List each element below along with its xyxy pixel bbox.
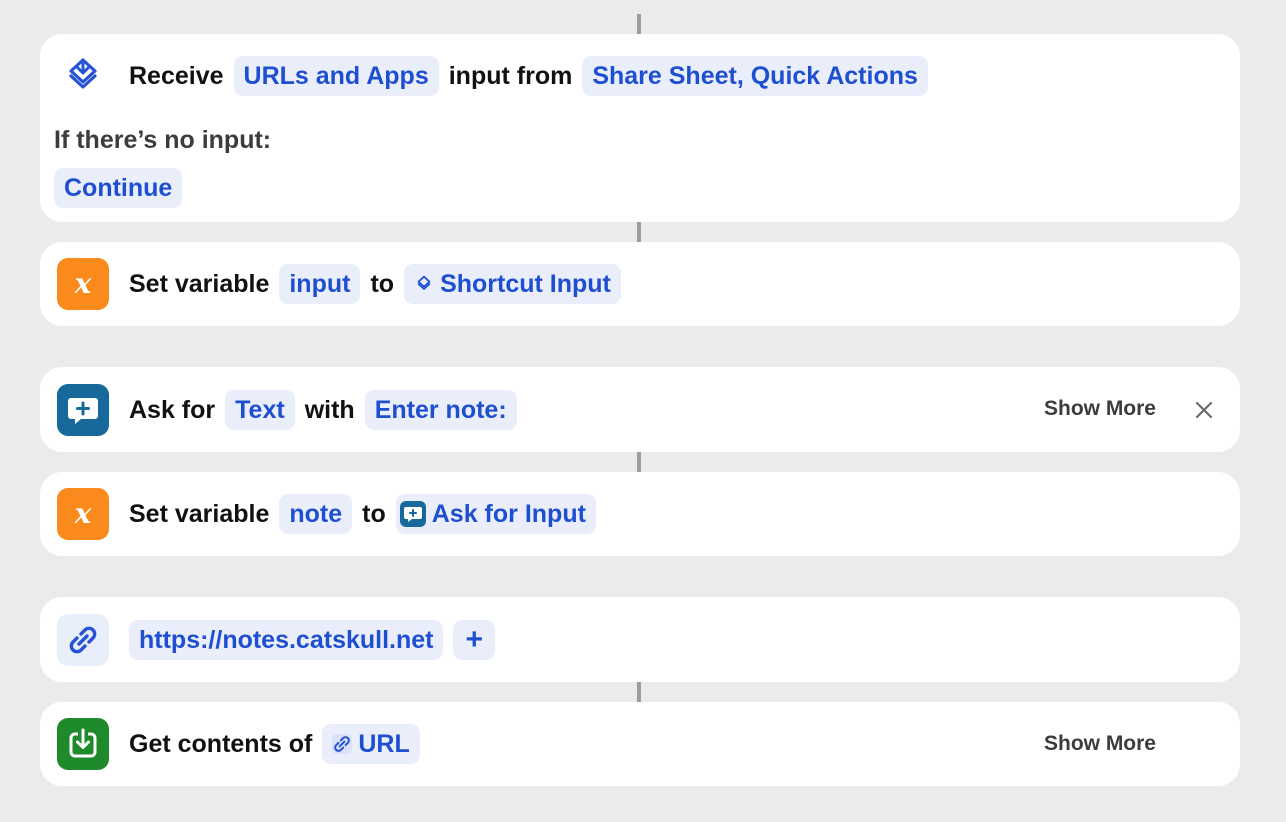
- input-sources-pill[interactable]: Share Sheet, Quick Actions: [582, 56, 928, 96]
- url-variable-pill[interactable]: URL: [322, 724, 420, 764]
- variable-name-pill[interactable]: note: [279, 494, 353, 534]
- variable-name-pill[interactable]: input: [279, 264, 361, 304]
- set-variable-label: Set variable: [129, 269, 270, 298]
- speech-bubble-plus-icon: [399, 501, 426, 527]
- shortcut-input-label: Shortcut Input: [440, 269, 611, 298]
- to-label: to: [370, 269, 395, 298]
- flow-connector: [637, 14, 641, 34]
- variable-x-icon: x: [57, 488, 109, 540]
- receive-action-card[interactable]: Receive URLs and Apps input from Share S…: [40, 34, 1240, 222]
- no-input-action-pill[interactable]: Continue: [54, 168, 183, 208]
- flow-connector: [637, 222, 641, 242]
- input-type-pill[interactable]: Text: [225, 390, 295, 430]
- ask-for-input-pill[interactable]: Ask for Input: [395, 494, 596, 534]
- ask-for-input-card[interactable]: Ask for Text with Enter note: Show More: [40, 367, 1240, 452]
- close-icon[interactable]: [1192, 398, 1216, 422]
- flow-connector: [637, 452, 641, 472]
- no-input-label: If there’s no input:: [54, 126, 272, 154]
- speech-bubble-plus-icon: [57, 384, 109, 436]
- flow-connector: [637, 682, 641, 702]
- with-label: with: [304, 395, 355, 424]
- url-pill[interactable]: https://notes.catskull.net: [129, 620, 444, 660]
- set-variable-label: Set variable: [129, 499, 270, 528]
- add-url-button[interactable]: +: [453, 620, 496, 660]
- url-variable-label: URL: [358, 729, 410, 758]
- set-variable-input-card[interactable]: x Set variable input to Shortcut Input: [40, 242, 1240, 326]
- input-from-label: input from: [448, 61, 573, 90]
- receive-label: Receive: [129, 61, 224, 90]
- show-more-button[interactable]: Show More: [1044, 732, 1156, 756]
- url-action-card[interactable]: https://notes.catskull.net +: [40, 597, 1240, 682]
- ask-for-input-label: Ask for Input: [431, 499, 586, 528]
- shortcut-input-pill[interactable]: Shortcut Input: [404, 264, 621, 304]
- set-variable-note-card[interactable]: x Set variable note to Ask for Input: [40, 472, 1240, 556]
- variable-x-icon: x: [57, 258, 109, 310]
- get-contents-label: Get contents of: [129, 729, 313, 758]
- download-tray-icon: [57, 718, 109, 770]
- ask-for-label: Ask for: [129, 395, 216, 424]
- shortcut-input-icon: [57, 50, 109, 102]
- input-types-pill[interactable]: URLs and Apps: [233, 56, 439, 96]
- to-label: to: [362, 499, 386, 528]
- get-contents-card[interactable]: Get contents of URL Show More: [40, 702, 1240, 786]
- link-icon: [57, 614, 109, 666]
- link-icon: [332, 734, 353, 754]
- svg-text:x: x: [74, 269, 92, 299]
- svg-text:x: x: [74, 499, 92, 529]
- shortcut-input-icon: [414, 274, 434, 294]
- show-more-button[interactable]: Show More: [1044, 397, 1156, 421]
- prompt-pill[interactable]: Enter note:: [364, 390, 517, 430]
